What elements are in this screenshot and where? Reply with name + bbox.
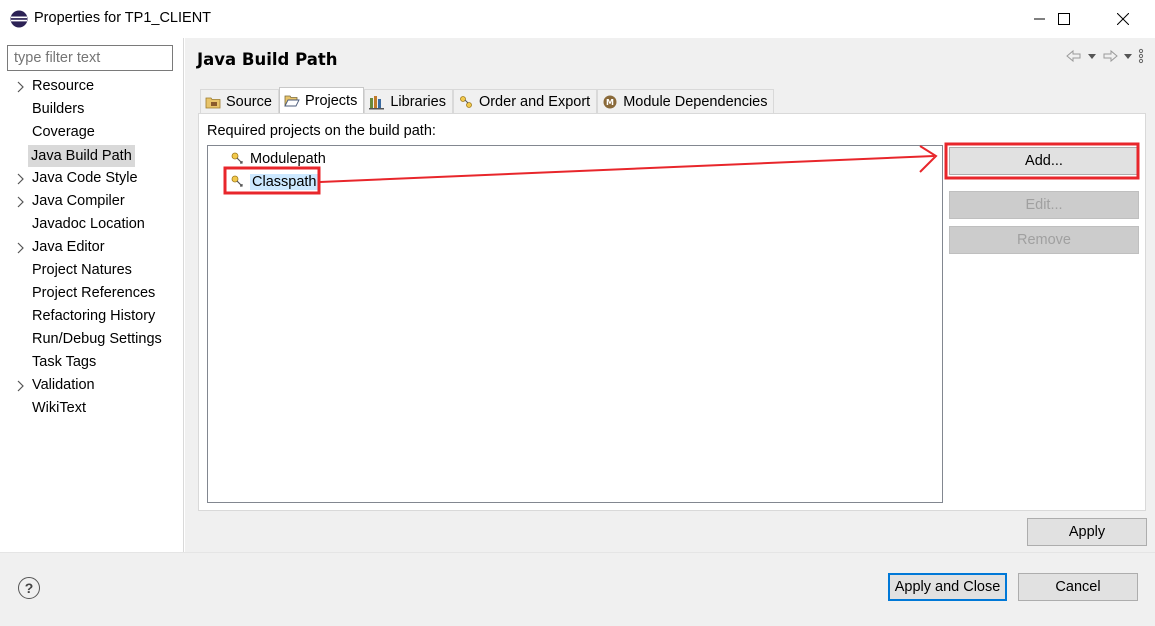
- forward-arrow-icon[interactable]: [1101, 48, 1119, 64]
- tab-order-and-export[interactable]: Order and Export: [452, 89, 598, 113]
- sidebar-item-javadoc-location[interactable]: Javadoc Location: [0, 214, 184, 237]
- window-title: Properties for TP1_CLIENT: [34, 10, 212, 26]
- tab-label: Source: [226, 93, 272, 110]
- close-button[interactable]: [1099, 0, 1147, 38]
- add-button[interactable]: Add...: [949, 147, 1139, 175]
- list-item-label: Modulepath: [250, 151, 326, 167]
- tab-label: Libraries: [390, 93, 446, 110]
- chevron-right-icon[interactable]: [15, 241, 27, 255]
- chevron-down-icon[interactable]: [1123, 48, 1133, 64]
- sidebar-item-label: Project Natures: [32, 262, 132, 278]
- title-bar: Properties for TP1_CLIENT: [0, 0, 1155, 38]
- projects-tab-panel: Required projects on the build path: Mod…: [198, 113, 1146, 511]
- chevron-right-icon[interactable]: [15, 379, 27, 393]
- sidebar-item-label: Project References: [32, 285, 156, 301]
- source-folder-icon: [205, 97, 221, 108]
- sidebar-item-label: Refactoring History: [32, 308, 156, 324]
- sidebar-item-label: Java Build Path: [28, 145, 135, 167]
- sidebar-item-validation[interactable]: Validation: [0, 375, 184, 398]
- sidebar-item-label: WikiText: [32, 400, 86, 416]
- eclipse-icon: [10, 10, 28, 28]
- properties-page: Java Build Path Source Projects Librarie…: [185, 38, 1155, 552]
- list-item-classpath[interactable]: Classpath: [230, 171, 319, 193]
- chevron-right-icon[interactable]: [15, 80, 27, 94]
- maximize-icon: [1058, 13, 1070, 25]
- tab-label: Projects: [304, 92, 358, 109]
- apply-and-close-label: Apply and Close: [894, 579, 1001, 595]
- cancel-button[interactable]: Cancel: [1018, 573, 1138, 601]
- tab-module-dependencies[interactable]: M Module Dependencies: [597, 89, 775, 113]
- open-folder-icon: [284, 95, 300, 106]
- remove-button-label: Remove: [1017, 232, 1071, 248]
- list-item-modulepath[interactable]: Modulepath: [230, 148, 326, 170]
- sidebar-item-java-compiler[interactable]: Java Compiler: [0, 191, 184, 214]
- more-options-icon[interactable]: [1137, 48, 1145, 64]
- history-nav: [1065, 48, 1145, 64]
- libraries-icon: [369, 95, 385, 109]
- tab-projects[interactable]: Projects: [278, 87, 365, 113]
- module-icon: M: [603, 95, 617, 108]
- apply-button-label: Apply: [1068, 524, 1106, 540]
- order-export-icon: [460, 95, 472, 108]
- list-item-label: Classpath: [250, 174, 319, 190]
- chevron-right-icon[interactable]: [15, 195, 27, 209]
- chevron-down-icon[interactable]: [1087, 48, 1097, 64]
- sidebar-item-label: Run/Debug Settings: [32, 331, 162, 347]
- sidebar-item-wikitext[interactable]: WikiText: [0, 398, 184, 421]
- path-entry-icon: [231, 175, 243, 187]
- tab-libraries[interactable]: Libraries: [364, 89, 453, 113]
- required-projects-label: Required projects on the build path:: [207, 123, 436, 139]
- sidebar-item-label: Resource: [32, 78, 95, 94]
- tab-label: Order and Export: [478, 93, 591, 110]
- svg-text:M: M: [606, 98, 614, 107]
- sidebar-item-builders[interactable]: Builders: [0, 99, 184, 122]
- chevron-right-icon[interactable]: [15, 172, 27, 186]
- sidebar-item-label: Coverage: [32, 124, 95, 140]
- apply-and-close-button[interactable]: Apply and Close: [888, 573, 1007, 601]
- sidebar-item-label: Java Compiler: [32, 193, 125, 209]
- apply-button[interactable]: Apply: [1027, 518, 1147, 546]
- help-icon[interactable]: ?: [18, 577, 40, 599]
- sidebar-item-java-editor[interactable]: Java Editor: [0, 237, 184, 260]
- sidebar-item-resource[interactable]: Resource: [0, 76, 184, 99]
- sidebar-item-java-build-path[interactable]: Java Build Path: [0, 145, 184, 168]
- preference-sidebar: Resource Builders Coverage Java Build Path J…: [0, 38, 184, 552]
- page-title: Java Build Path: [197, 50, 338, 69]
- close-icon: [1117, 13, 1129, 25]
- edit-button[interactable]: Edit...: [949, 191, 1139, 219]
- add-button-label: Add...: [1025, 153, 1063, 169]
- remove-button[interactable]: Remove: [949, 226, 1139, 254]
- sidebar-item-label: Java Editor: [32, 239, 105, 255]
- path-entry-icon: [231, 152, 243, 164]
- sidebar-item-label: Task Tags: [32, 354, 97, 370]
- sidebar-item-project-natures[interactable]: Project Natures: [0, 260, 184, 283]
- sidebar-item-java-code-style[interactable]: Java Code Style: [0, 168, 184, 191]
- required-projects-list[interactable]: Modulepath Classpath: [207, 145, 943, 503]
- sidebar-item-label: Builders: [32, 101, 85, 117]
- edit-button-label: Edit...: [1025, 197, 1063, 213]
- sidebar-item-refactoring-history[interactable]: Refactoring History: [0, 306, 184, 329]
- sidebar-item-label: Javadoc Location: [32, 216, 145, 232]
- back-arrow-icon[interactable]: [1065, 48, 1083, 64]
- sidebar-item-run-debug-settings[interactable]: Run/Debug Settings: [0, 329, 184, 352]
- filter-input[interactable]: [7, 45, 173, 71]
- tab-strip: Source Projects Libraries Order and Expo…: [200, 87, 775, 113]
- sidebar-item-label: Validation: [32, 377, 95, 393]
- sidebar-item-project-references[interactable]: Project References: [0, 283, 184, 306]
- sidebar-item-coverage[interactable]: Coverage: [0, 122, 184, 145]
- maximize-button[interactable]: [1040, 0, 1088, 38]
- sidebar-item-label: Java Code Style: [32, 170, 138, 186]
- dialog-footer: ? Apply and Close Cancel: [0, 552, 1155, 626]
- tab-source[interactable]: Source: [200, 89, 279, 113]
- tab-label: Module Dependencies: [623, 93, 768, 110]
- sidebar-item-task-tags[interactable]: Task Tags: [0, 352, 184, 375]
- page-header: Java Build Path: [185, 38, 1155, 82]
- cancel-label: Cancel: [1055, 579, 1101, 595]
